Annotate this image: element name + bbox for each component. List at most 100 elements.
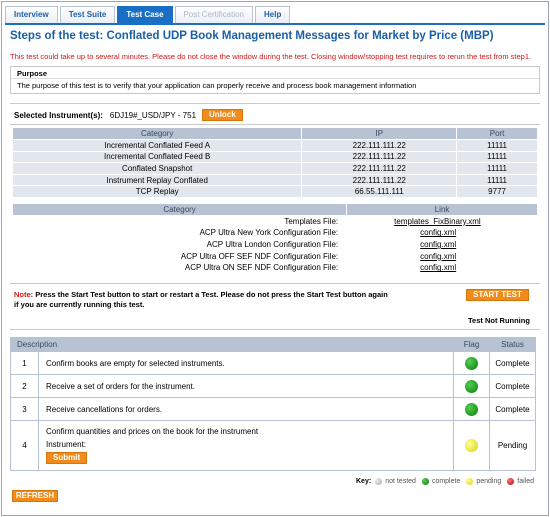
step-number: 4 — [10, 420, 39, 471]
config-file-link[interactable]: config.xml — [420, 228, 456, 237]
feed-port: 11111 — [456, 173, 538, 187]
divider — [10, 124, 540, 125]
link-category: ACP Ultra London Configuration File: — [11, 238, 348, 251]
purpose-heading: Purpose — [11, 67, 539, 79]
table-row: TCP Replay 66.55.111.111 9777 — [11, 185, 538, 198]
table-row: Incremental Conflated Feed B 222.111.111.… — [11, 150, 538, 164]
link-category: ACP Ultra New York Configuration File: — [11, 226, 348, 240]
feed-ip: 222.111.111.22 — [301, 150, 458, 164]
submit-button[interactable]: Submit — [46, 452, 88, 464]
tab-underline — [5, 23, 545, 25]
key-label: Key: — [356, 478, 372, 485]
green-dot-icon — [421, 478, 429, 485]
page-title: Steps of the test: Conflated UDP Book Ma… — [10, 30, 494, 42]
feed-ip: 222.111.111.22 — [301, 139, 458, 152]
feed-ip: 66.55.111.111 — [301, 185, 458, 198]
column-header: Link — [346, 203, 538, 216]
table-row: 1 Confirm books are empty for selected i… — [10, 351, 536, 375]
column-header: Category — [11, 127, 303, 140]
table-row: ACP Ultra London Configuration File: conf… — [11, 238, 538, 251]
divider — [10, 103, 540, 104]
table-row: ACP Ultra OFF SEF NDF Configuration File… — [11, 249, 538, 263]
column-header: Description — [10, 337, 454, 352]
instrument-label: Selected Instrument(s): — [14, 110, 103, 120]
link-category: ACP Ultra OFF SEF NDF Configuration File… — [11, 249, 348, 263]
note-label: Note: — [14, 290, 34, 299]
step-number: 2 — [10, 374, 39, 398]
step-status: Complete — [489, 351, 536, 375]
table-row: Conflated Snapshot 222.111.111.22 11111 — [11, 162, 538, 175]
start-test-button[interactable]: START TEST — [466, 289, 529, 301]
step-status: Complete — [489, 374, 536, 398]
divider — [10, 329, 540, 330]
purpose-text: The purpose of this test is to verify th… — [17, 81, 417, 90]
column-header: IP — [301, 127, 458, 140]
feed-category: TCP Replay — [11, 185, 303, 198]
grey-dot-icon — [375, 478, 383, 485]
step-status: Complete — [489, 397, 536, 421]
links-table: Category Link Templates File: templates_F… — [11, 203, 538, 274]
table-row: Templates File: templates_FixBinary.xml — [11, 215, 538, 228]
status-flag-icon — [465, 356, 478, 370]
tab-bar: Interview Test Suite Test Case Post Cert… — [5, 6, 292, 24]
tab-help[interactable]: Help — [255, 6, 291, 24]
yellow-dot-icon — [466, 478, 474, 485]
feed-port: 11111 — [456, 162, 538, 175]
status-flag-icon — [465, 402, 478, 416]
tab-interview[interactable]: Interview — [5, 6, 58, 24]
instrument-sub-label: Instrument: — [46, 440, 87, 449]
status-flag-icon — [465, 439, 478, 452]
feed-category: Incremental Conflated Feed A — [11, 139, 303, 152]
step-number: 1 — [10, 351, 39, 375]
step-number: 3 — [10, 397, 39, 421]
warning-message: This test could take up to several minut… — [10, 52, 532, 61]
config-file-link[interactable]: config.xml — [420, 252, 456, 261]
status-flag-icon — [465, 379, 478, 393]
refresh-button[interactable]: REFRESH — [12, 490, 58, 502]
note-body: Press the Start Test button to start or … — [14, 290, 388, 309]
feed-category: Conflated Snapshot — [11, 162, 303, 175]
feed-category: Incremental Conflated Feed B — [11, 150, 303, 164]
unlock-button[interactable]: Unlock — [202, 109, 243, 121]
feed-ip: 222.111.111.22 — [301, 162, 458, 175]
key-item-label: complete — [431, 478, 461, 485]
step-status: Pending — [489, 420, 536, 471]
status-key: Key: not tested complete pending failed — [356, 478, 540, 485]
config-file-link[interactable]: config.xml — [420, 240, 456, 249]
table-row: 4 Confirm quantities and prices on the b… — [10, 420, 536, 471]
table-row: Instrument Replay Conflated 222.111.111.2… — [11, 173, 538, 187]
step-description: Confirm quantities and prices on the boo… — [46, 427, 259, 436]
feed-port: 11111 — [456, 139, 538, 152]
feed-port: 11111 — [456, 150, 538, 164]
link-category: Templates File: — [11, 215, 348, 228]
feed-category: Instrument Replay Conflated — [11, 173, 303, 187]
test-status: Test Not Running — [468, 316, 530, 325]
column-header: Flag — [453, 337, 490, 352]
divider — [10, 283, 540, 284]
column-header: Status — [489, 337, 536, 352]
instrument-row: Selected Instrument(s): 6DJ19#_USD/JPY -… — [14, 109, 243, 121]
tab-test-case[interactable]: Test Case — [117, 6, 173, 24]
step-description: Confirm books are empty for selected ins… — [38, 351, 454, 375]
table-row: 3 Receive cancellations for orders. Comp… — [10, 397, 536, 421]
tab-test-suite[interactable]: Test Suite — [59, 6, 116, 24]
instrument-value: 6DJ19#_USD/JPY - 751 — [109, 110, 197, 120]
note-text: Note: Press the Start Test button to sta… — [14, 290, 394, 310]
steps-table: Description Flag Status 1 Confirm books … — [10, 337, 536, 471]
feeds-table: Category IP Port Incremental Conflated F… — [11, 127, 538, 198]
key-item-label: pending — [476, 478, 502, 485]
column-header: Port — [456, 127, 538, 140]
key-item-label: not tested — [385, 478, 416, 485]
table-row: 2 Receive a set of orders for the instru… — [10, 374, 536, 398]
templates-file-link[interactable]: templates_FixBinary.xml — [394, 217, 481, 226]
link-category: ACP Ultra ON SEF NDF Configuration File: — [11, 261, 348, 274]
step-description: Receive cancellations for orders. — [38, 397, 454, 421]
table-row: ACP Ultra New York Configuration File: co… — [11, 226, 538, 240]
red-dot-icon — [507, 478, 515, 485]
tab-post-certification: Post Certification — [174, 6, 253, 24]
column-header: Category — [11, 203, 348, 216]
table-row: ACP Ultra ON SEF NDF Configuration File:… — [11, 261, 538, 274]
feed-port: 9777 — [456, 185, 538, 198]
step-description: Receive a set of orders for the instrume… — [38, 374, 454, 398]
config-file-link[interactable]: config.xml — [420, 263, 456, 272]
